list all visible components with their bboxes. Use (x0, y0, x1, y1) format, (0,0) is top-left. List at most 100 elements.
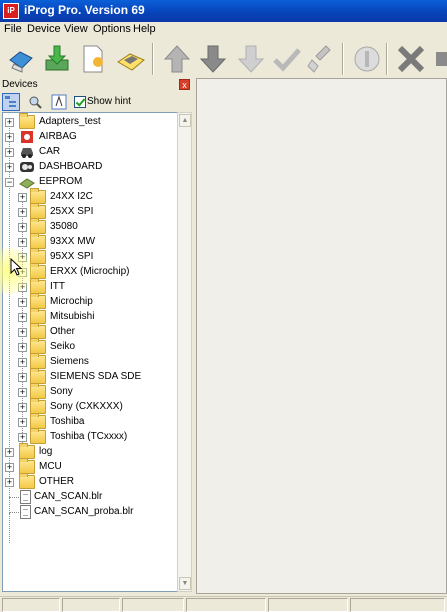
collapse-icon[interactable]: − (5, 178, 14, 187)
expand-icon[interactable]: + (5, 118, 14, 127)
tree-node-eeprom-child[interactable]: + 35080 (3, 218, 173, 234)
tree-node-label: EEPROM (39, 176, 83, 187)
folder-icon (30, 293, 46, 309)
tree-view-button[interactable] (2, 93, 20, 111)
expand-icon[interactable]: + (18, 343, 27, 352)
show-hint-checkbox[interactable] (74, 96, 86, 108)
tree-node-eeprom-child[interactable]: + Microchip (3, 293, 173, 309)
tree-node-eeprom[interactable]: − EEPROM (3, 175, 173, 189)
expand-icon[interactable]: + (5, 448, 14, 457)
status-cell (2, 598, 60, 612)
tree-scrollbar[interactable]: ▲ ▼ (177, 112, 192, 592)
scroll-down-icon[interactable]: ▼ (179, 577, 191, 590)
tree-node-dashboard[interactable]: + DASHBOARD (3, 160, 173, 174)
status-cell (122, 598, 184, 612)
tree-node-eeprom-child[interactable]: + 25XX SPI (3, 203, 173, 219)
expand-icon[interactable]: + (18, 238, 27, 247)
tree-node-label: Siemens (50, 356, 89, 367)
arrow-down-disabled-button[interactable] (234, 42, 268, 76)
download-button[interactable] (40, 42, 74, 76)
menu-bar: File Device View Options Help (0, 22, 447, 38)
file-icon (20, 505, 31, 519)
menu-file[interactable]: File (4, 23, 22, 35)
expand-icon[interactable]: + (18, 403, 27, 412)
tree-file-can-scan[interactable]: CAN_SCAN.blr (3, 490, 173, 504)
device-tree[interactable]: + Adapters_test + AIRBAG + CAR + DASHBOA… (2, 112, 178, 592)
menu-device[interactable]: Device (27, 23, 61, 35)
tree-node-mcu[interactable]: + MCU (3, 458, 173, 474)
close-icon[interactable]: x (179, 79, 190, 90)
tree-node-adapters-test[interactable]: + Adapters_test (3, 113, 173, 129)
expand-icon[interactable]: + (5, 148, 14, 157)
open-device-button[interactable] (114, 42, 148, 76)
scroll-up-icon[interactable]: ▲ (179, 114, 191, 127)
tree-node-eeprom-child[interactable]: + 93XX MW (3, 233, 173, 249)
tree-node-eeprom-child[interactable]: + Toshiba (3, 413, 173, 429)
connect-button[interactable] (4, 42, 38, 76)
expand-icon[interactable]: + (18, 193, 27, 202)
circle-button[interactable] (350, 42, 384, 76)
tree-node-eeprom-child[interactable]: + Other (3, 323, 173, 339)
toolbar-separator (152, 43, 154, 75)
folder-icon (30, 353, 46, 369)
tool-icon (436, 52, 447, 66)
tree-node-eeprom-child[interactable]: + Sony (CXKXXX) (3, 398, 173, 414)
expand-icon[interactable]: + (18, 388, 27, 397)
folder-icon (30, 413, 46, 429)
arrow-up-button[interactable] (160, 42, 194, 76)
expand-icon[interactable]: + (5, 133, 14, 142)
tree-node-eeprom-child[interactable]: + Toshiba (TCxxxx) (3, 428, 173, 444)
tree-node-log[interactable]: + log (3, 443, 173, 459)
expand-icon[interactable]: + (5, 163, 14, 172)
tree-node-label: MCU (39, 461, 62, 472)
verify-button[interactable] (270, 42, 304, 76)
tree-file-label: CAN_SCAN.blr (34, 491, 103, 502)
arrow-down-icon (199, 45, 227, 73)
tree-file-label: CAN_SCAN_proba.blr (34, 506, 134, 517)
cancel-button[interactable] (394, 42, 428, 76)
tree-node-eeprom-child[interactable]: + Siemens (3, 353, 173, 369)
extra-toolbar-button[interactable] (432, 42, 447, 76)
expand-icon[interactable]: + (18, 298, 27, 307)
tree-node-label: 24XX I2C (50, 191, 93, 202)
expand-icon[interactable]: + (18, 358, 27, 367)
tree-node-eeprom-child[interactable]: + Seiko (3, 338, 173, 354)
tree-node-label: Mitsubishi (50, 311, 95, 322)
folder-icon (30, 263, 46, 279)
tree-file-can-scan-proba[interactable]: CAN_SCAN_proba.blr (3, 505, 173, 519)
menu-view[interactable]: View (64, 23, 88, 35)
expand-icon[interactable]: + (5, 478, 14, 487)
expand-icon[interactable]: + (18, 328, 27, 337)
tree-node-eeprom-child[interactable]: + 24XX I2C (3, 188, 173, 204)
expand-icon[interactable]: + (18, 418, 27, 427)
tree-node-eeprom-child[interactable]: + SIEMENS SDA SDE (3, 368, 173, 384)
download-icon (45, 45, 69, 71)
tree-node-eeprom-child[interactable]: + Mitsubishi (3, 308, 173, 324)
tree-node-airbag[interactable]: + AIRBAG (3, 130, 173, 144)
arrow-down-disabled-icon (237, 45, 265, 73)
tree-node-label: ITT (50, 281, 65, 292)
expand-icon[interactable]: + (18, 433, 27, 442)
menu-help[interactable]: Help (133, 23, 156, 35)
tree-node-label: Seiko (50, 341, 76, 352)
window-title: iProg Pro. Version 69 (24, 3, 145, 17)
expand-icon[interactable]: + (18, 313, 27, 322)
tree-node-eeprom-child[interactable]: + Sony (3, 383, 173, 399)
new-file-button[interactable] (76, 42, 110, 76)
tree-node-other[interactable]: + OTHER (3, 473, 173, 489)
menu-options[interactable]: Options (93, 23, 131, 35)
expand-icon[interactable]: + (18, 223, 27, 232)
arrow-down-button[interactable] (196, 42, 230, 76)
tree-node-car[interactable]: + CAR (3, 145, 173, 159)
app-icon[interactable]: iP (3, 3, 19, 19)
erase-button[interactable] (304, 42, 338, 76)
tree-node-label: Toshiba (TCxxxx) (50, 431, 128, 442)
search-button[interactable] (26, 93, 44, 111)
expand-icon[interactable]: + (5, 463, 14, 472)
tree-node-label: OTHER (39, 476, 74, 487)
expand-icon[interactable]: + (18, 208, 27, 217)
font-button[interactable] (50, 93, 68, 111)
tree-node-label: DASHBOARD (39, 161, 103, 172)
expand-icon[interactable]: + (18, 373, 27, 382)
folder-icon (30, 278, 46, 294)
